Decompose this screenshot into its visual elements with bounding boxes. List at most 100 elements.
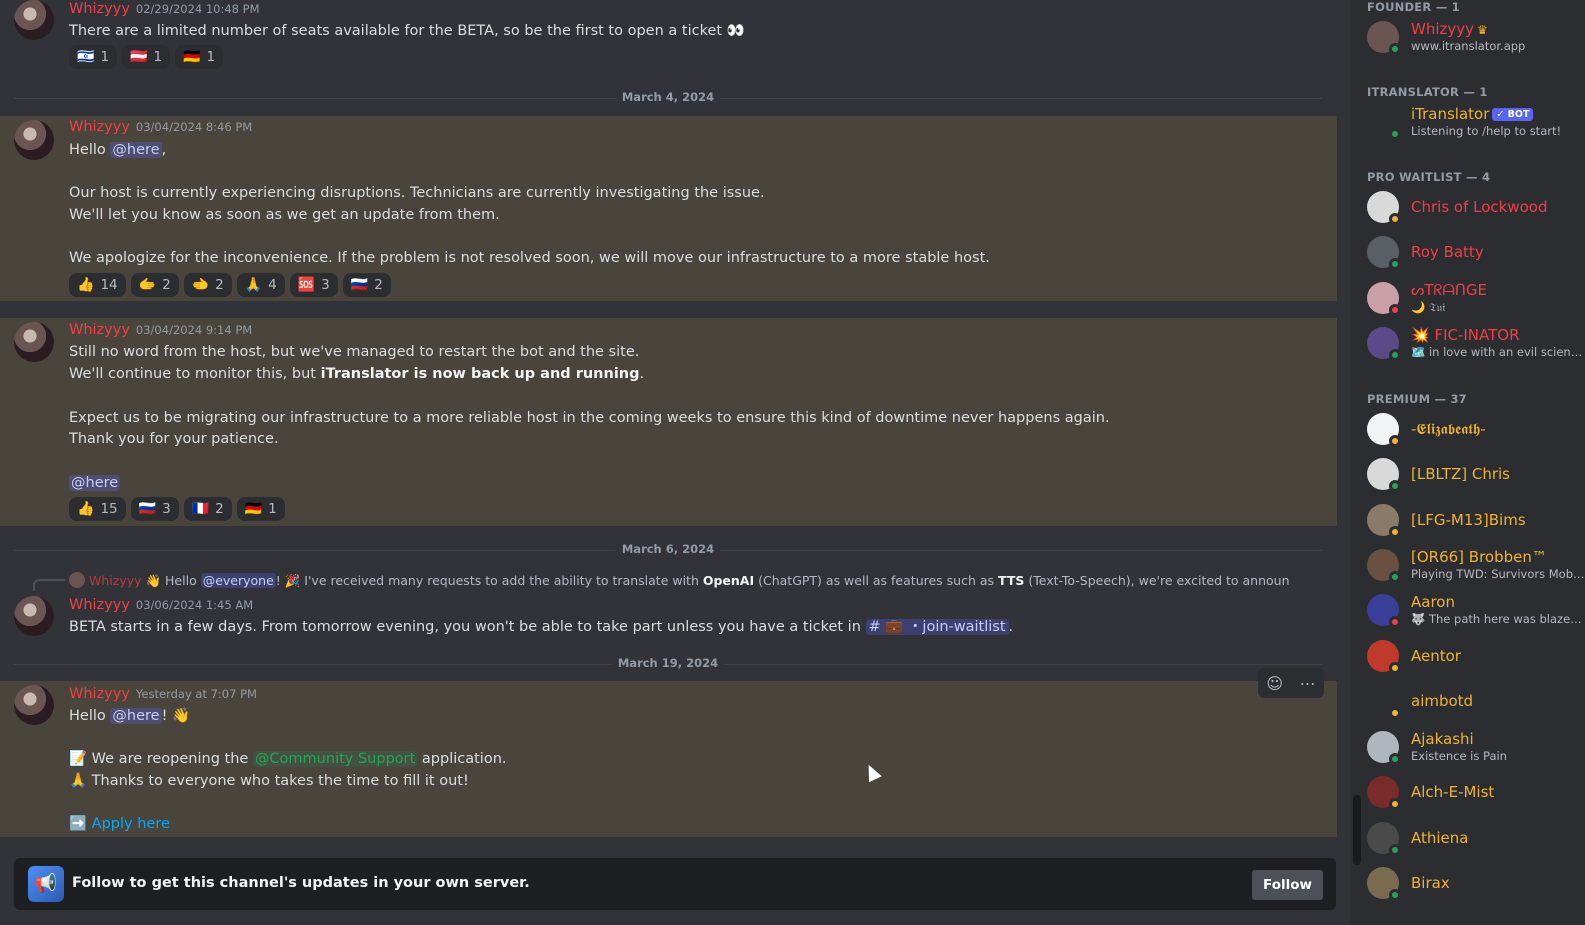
message-text: 🙏 Thanks to everyone who takes the time … [69, 773, 469, 789]
status-indicator [1389, 435, 1401, 447]
member-name: Alch-E-Mist [1411, 783, 1495, 801]
reaction[interactable]: 🇫🇷 2 [183, 497, 232, 521]
message-text: @here [69, 472, 121, 494]
message-author[interactable]: Whizyyy 03/06/2024 1:45 AM [69, 597, 253, 613]
member-item[interactable]: Ajakashi Existence is Pain [1367, 726, 1585, 768]
message-author[interactable]: Whizyyy 03/04/2024 8:46 PM [69, 119, 252, 135]
message-author[interactable]: Whizyyy 03/04/2024 9:14 PM [69, 322, 252, 338]
member-status-text: www.itranslator.app [1411, 39, 1526, 53]
status-indicator [1389, 258, 1401, 270]
status-indicator [1389, 526, 1401, 538]
status-indicator [1389, 844, 1401, 856]
message-text: ➡️ Apply here [69, 813, 170, 835]
status-indicator [1389, 43, 1401, 55]
member-item[interactable]: Roy Batty [1367, 231, 1585, 273]
reaction[interactable]: 🆘 3 [289, 273, 338, 297]
message[interactable]: Whizyyy 03/04/2024 8:46 PM Hello @here, O… [0, 116, 1337, 301]
avatar[interactable] [14, 120, 54, 160]
member-item[interactable]: Aentor [1367, 635, 1585, 677]
member-status-text: Existence is Pain [1411, 749, 1507, 763]
message[interactable]: Whizyyy Yesterday at 7:07 PM Hello @here!… [0, 681, 1337, 837]
more-options-icon[interactable]: ⋯ [1300, 674, 1316, 693]
date-divider: March 6, 2024 [14, 542, 1322, 556]
reaction[interactable]: 🇷🇺 2 [342, 273, 391, 297]
status-indicator [1389, 571, 1401, 583]
reaction[interactable]: 🇩🇪 1 [175, 45, 224, 69]
message[interactable]: Whizyyy 03/04/2024 9:14 PM Still no word … [0, 318, 1337, 526]
member-name: Athiena [1411, 829, 1469, 847]
member-group-header: ITRANSLATOR — 1 [1367, 85, 1488, 99]
member-item[interactable]: 💥 FIC-INATOR 🗺️ in love with an evil scie… [1367, 322, 1585, 364]
status-indicator [1389, 304, 1401, 316]
message-text: We apologize for the inconvenience. If t… [69, 250, 990, 266]
here-mention[interactable]: @here [110, 142, 162, 158]
member-item[interactable]: Aaron 🐺 The path here was blazed ... [1367, 589, 1585, 631]
scrollbar[interactable] [1350, 0, 1364, 925]
member-item[interactable]: -𝕰𝖑𝖎𝖟𝖆𝖇𝖊𝖆𝖙𝖍- [1367, 408, 1585, 450]
member-item[interactable]: [OR66] Brobben™ Playing TWD: Survivors Mo… [1367, 544, 1585, 586]
here-mention[interactable]: @here [69, 475, 121, 491]
status-indicator [1389, 480, 1401, 492]
message-text: Hello @here, [69, 142, 167, 158]
member-item[interactable]: Birax [1367, 862, 1585, 904]
message-author[interactable]: Whizyyy 02/29/2024 10:48 PM [69, 1, 260, 17]
status-indicator [1389, 662, 1401, 674]
member-item[interactable]: iTranslator ✓ BOT Listening to /help to st… [1367, 101, 1585, 143]
here-mention[interactable]: @here [110, 708, 162, 724]
member-name: Ajakashi [1411, 730, 1474, 748]
status-indicator [1389, 213, 1401, 225]
avatar[interactable] [14, 0, 54, 40]
message-text: We'll continue to monitor this, but iTra… [69, 366, 645, 382]
reaction[interactable]: 👍 15 [69, 497, 126, 521]
reaction[interactable]: 🇷🇺 3 [130, 497, 179, 521]
avatar [69, 572, 85, 588]
status-indicator [1389, 707, 1401, 719]
reaction[interactable]: 👍 14 [69, 273, 126, 297]
message-author[interactable]: Whizyyy Yesterday at 7:07 PM [69, 686, 257, 702]
member-name: ᔕTᖇᗩᑎGE [1411, 281, 1487, 299]
apply-link[interactable]: Apply here [92, 816, 170, 832]
reaction[interactable]: 🇦🇹 1 [122, 45, 171, 69]
add-reaction-icon[interactable]: ☺ [1266, 674, 1283, 693]
follow-button[interactable]: Follow [1252, 870, 1323, 900]
member-status-text: 🌙 𝔗𝔲𝔦 [1411, 300, 1446, 314]
member-name: Aaron [1411, 593, 1455, 611]
channel-link[interactable]: # 💼 ・join-waitlist [865, 619, 1009, 635]
reactions: 🇮🇱 1 🇦🇹 1 🇩🇪 1 [69, 45, 224, 69]
member-item[interactable]: ᔕTᖇᗩᑎGE 🌙 𝔗𝔲𝔦 [1367, 277, 1585, 319]
reaction[interactable]: 🇩🇪 1 [236, 497, 285, 521]
member-name: aimbotd [1411, 692, 1474, 710]
reaction[interactable]: 🇮🇱 1 [69, 45, 118, 69]
member-item[interactable]: Alch-E-Mist [1367, 771, 1585, 813]
reply-preview[interactable]: Whizyyy 👋 Hello @everyone! 🎉 I've receiv… [69, 572, 1289, 589]
message[interactable]: Whizyyy 03/06/2024 1:45 AM BETA starts in… [0, 590, 1337, 646]
bot-tag: ✓ BOT [1492, 108, 1534, 121]
message-timestamp: Yesterday at 7:07 PM [135, 687, 257, 701]
crown-icon: ♛ [1477, 23, 1488, 37]
status-indicator [1389, 889, 1401, 901]
avatar[interactable] [14, 596, 54, 636]
message-text: Still no word from the host, but we've m… [69, 344, 640, 360]
reaction[interactable]: 🫲 2 [183, 273, 232, 297]
message-list: Whizyyy 02/29/2024 10:48 PM There are a l… [0, 0, 1350, 925]
message-text: 📝 We are reopening the @Community Suppor… [69, 751, 507, 767]
reaction[interactable]: 🫱 2 [130, 273, 179, 297]
reaction[interactable]: 🙏 4 [236, 273, 285, 297]
follow-text: Follow to get this channel's updates in … [72, 875, 530, 891]
member-item[interactable]: Whizyyy ♛ www.itranslator.app [1367, 16, 1585, 58]
date-divider: March 19, 2024 [14, 656, 1322, 670]
member-item[interactable]: Athiena [1367, 817, 1585, 859]
member-item[interactable]: [LBLTZ] Chris [1367, 453, 1585, 495]
member-item[interactable]: [LFG-M13]Bims [1367, 499, 1585, 541]
member-item[interactable]: aimbotd [1367, 680, 1585, 722]
status-indicator [1389, 616, 1401, 628]
message-text: Hello @here! 👋 [69, 708, 191, 724]
scrollbar-thumb[interactable] [1353, 795, 1361, 865]
message-text: We'll let you know as soon as we get an … [69, 207, 500, 223]
role-mention[interactable]: @Community Support [252, 751, 418, 767]
avatar[interactable] [14, 322, 54, 362]
message[interactable]: Whizyyy 02/29/2024 10:48 PM There are a l… [0, 0, 1337, 74]
avatar[interactable] [14, 685, 54, 725]
member-name: 💥 FIC-INATOR [1411, 326, 1520, 344]
member-item[interactable]: Chris of Lockwood [1367, 186, 1585, 228]
